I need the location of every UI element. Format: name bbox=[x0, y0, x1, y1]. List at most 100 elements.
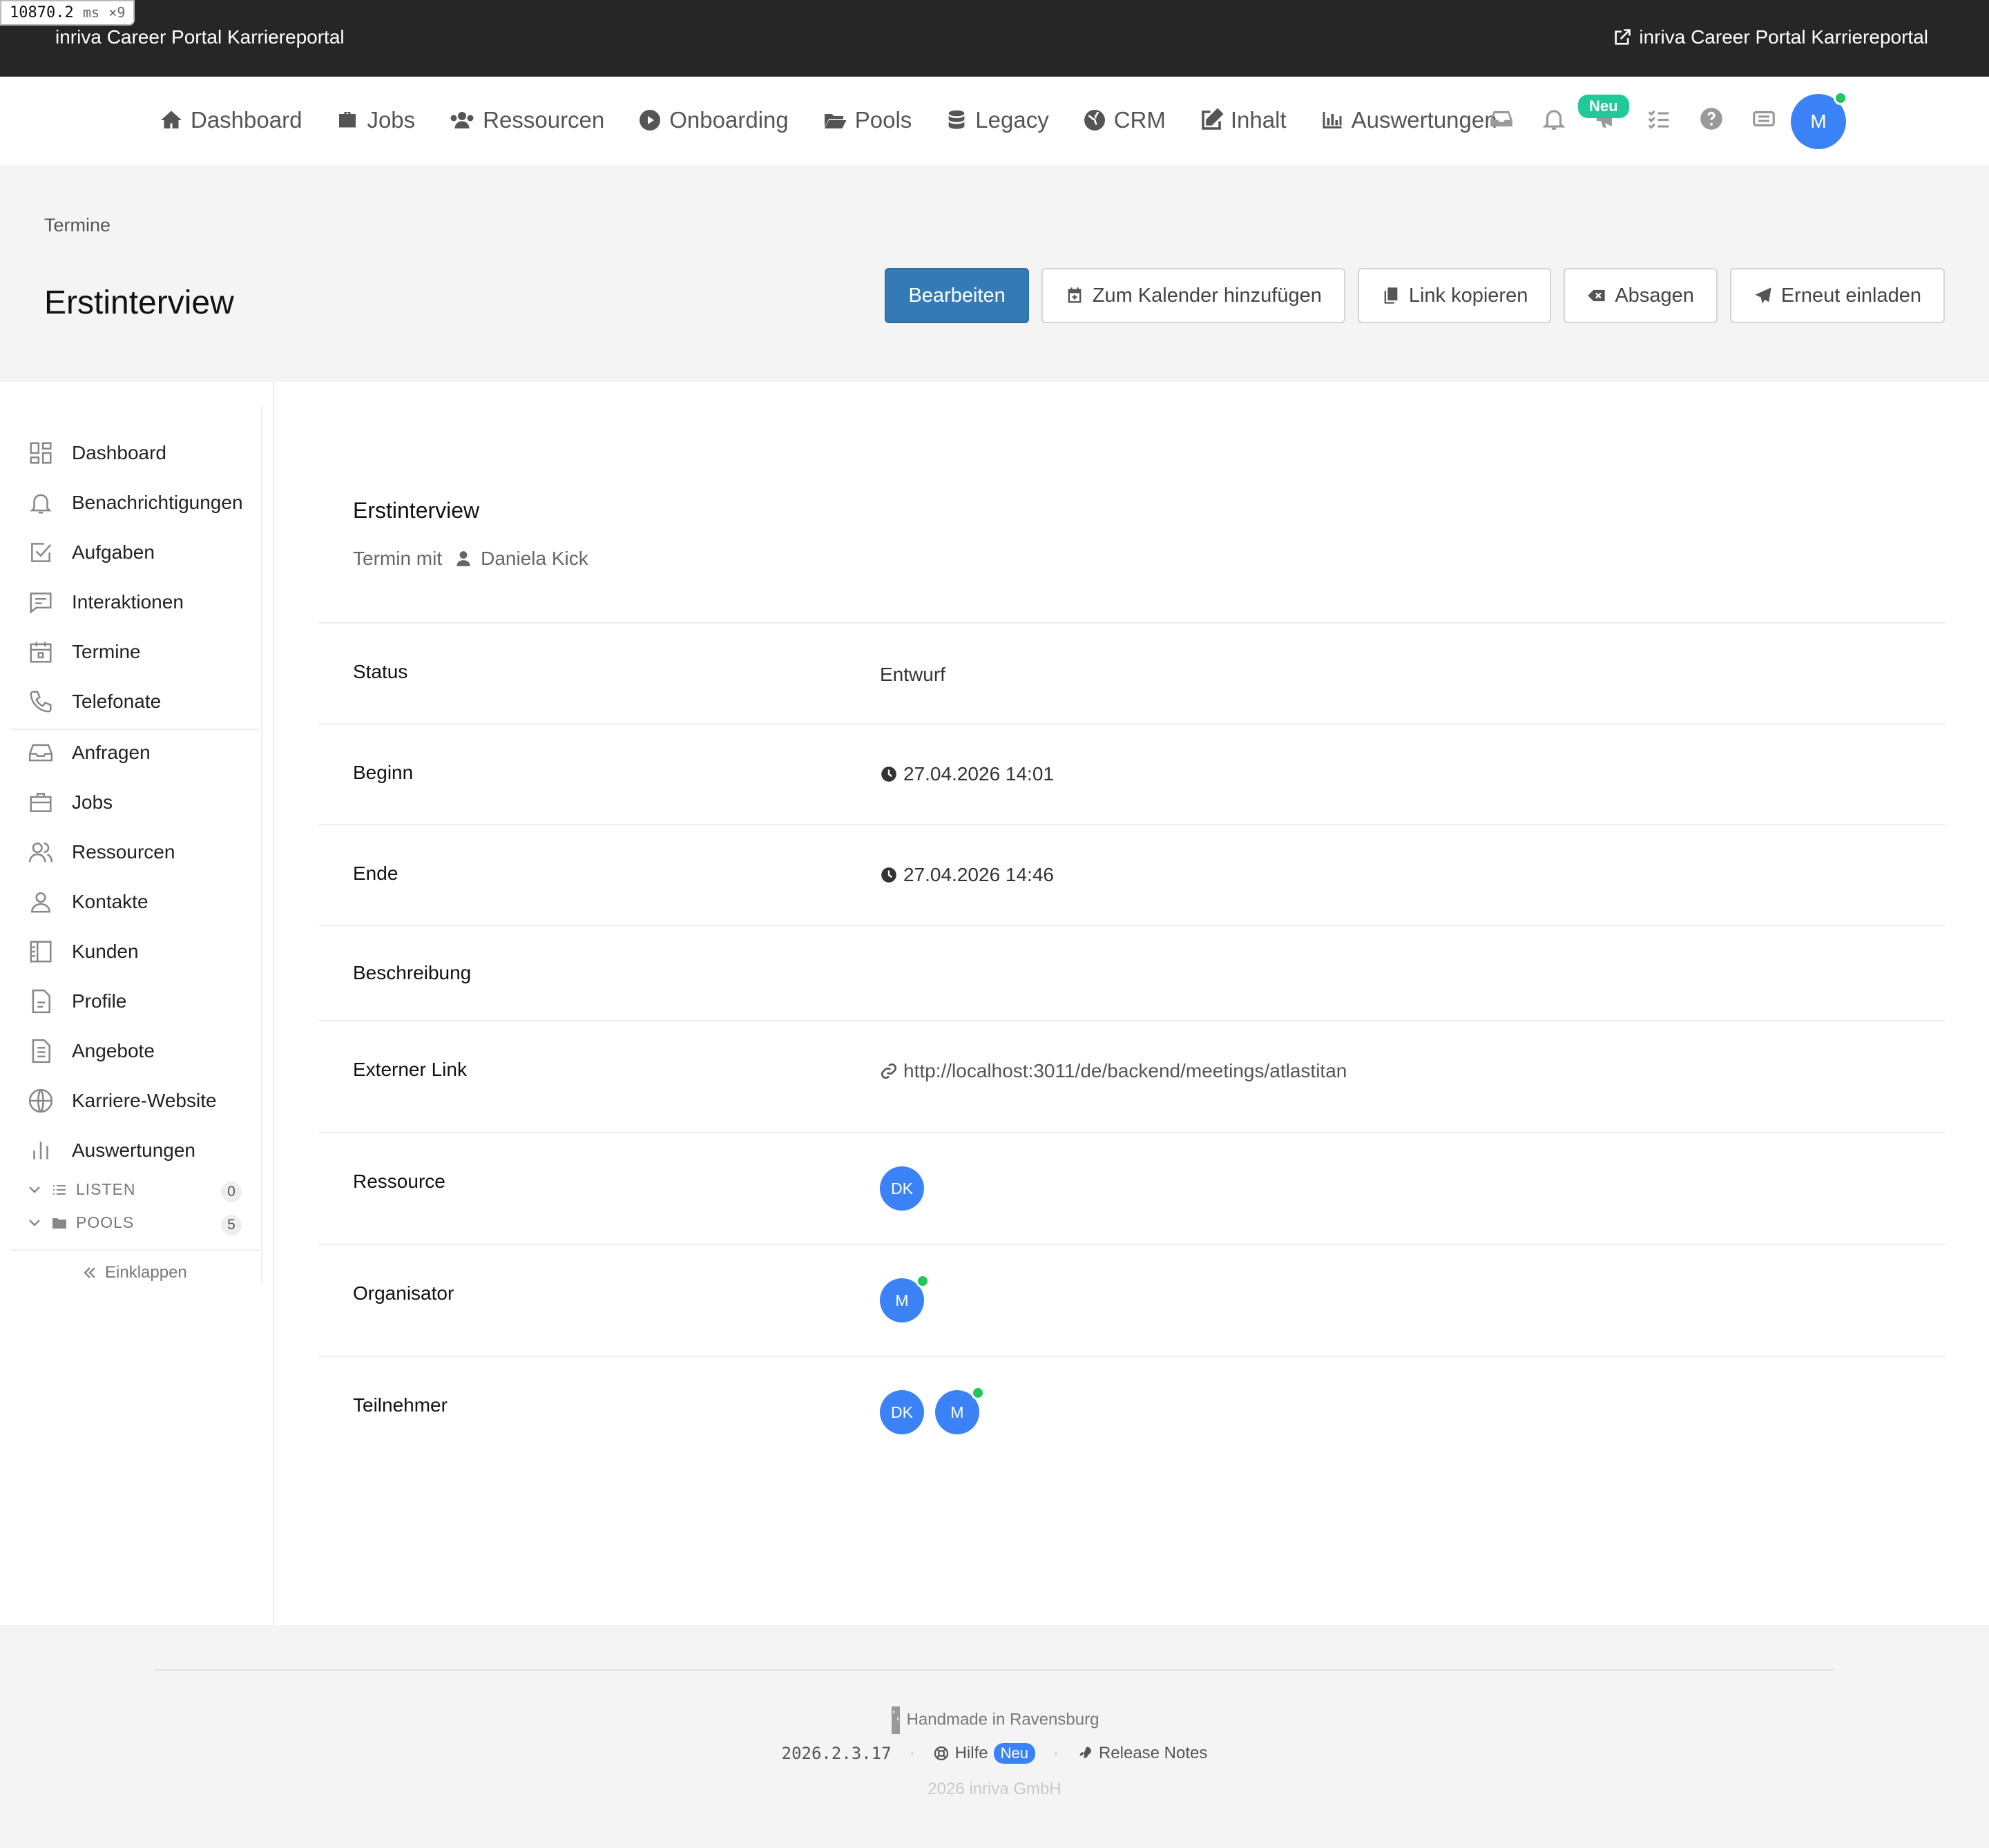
help-link[interactable]: Hilfe Neu bbox=[933, 1743, 1035, 1764]
help-icon[interactable] bbox=[1698, 106, 1724, 132]
user-avatar[interactable]: M bbox=[1791, 91, 1847, 149]
nav-label: CRM bbox=[1113, 107, 1166, 133]
sidebar-item-interaktionen[interactable]: Interaktionen bbox=[28, 589, 184, 615]
sidebar-item-auswertungen[interactable]: Auswertungen bbox=[28, 1137, 195, 1164]
sidebar-item-kunden[interactable]: Kunden bbox=[28, 939, 139, 965]
sidebar-item-kontakte[interactable]: Kontakte bbox=[28, 889, 148, 915]
cancel-meeting-button[interactable]: Absagen bbox=[1564, 268, 1718, 323]
sidebar-label: Auswertungen bbox=[72, 1139, 196, 1161]
avatar-initials: M bbox=[950, 1403, 964, 1421]
main-nav: Dashboard Jobs Ressourcen Onboarding Poo… bbox=[159, 107, 1497, 133]
document-icon bbox=[32, 1039, 50, 1063]
sidebar-item-ressourcen[interactable]: Ressourcen bbox=[28, 839, 175, 865]
sidebar-item-anfragen[interactable]: Anfragen bbox=[28, 740, 151, 766]
avatar-initials: M bbox=[1810, 110, 1827, 132]
app-version: 2026.2.3.17 bbox=[781, 1744, 892, 1763]
sidebar-item-telefonate[interactable]: Telefonate bbox=[28, 689, 161, 715]
play-circle-icon bbox=[640, 110, 661, 131]
edit-button[interactable]: Bearbeiten bbox=[885, 268, 1029, 323]
handmade-text: Handmade in Ravensburg bbox=[906, 1710, 1099, 1729]
row-divider bbox=[319, 1356, 1945, 1357]
nav-crm[interactable]: CRM bbox=[1082, 107, 1166, 133]
building-icon bbox=[30, 941, 52, 963]
briefcase-icon bbox=[339, 112, 356, 128]
sidebar-label: Interaktionen bbox=[72, 591, 184, 613]
keyboard-icon[interactable] bbox=[1751, 106, 1777, 132]
group-label: POOLS bbox=[76, 1213, 135, 1231]
list-icon bbox=[53, 1184, 66, 1195]
sidebar: Dashboard Benachrichtigungen Aufgaben In… bbox=[0, 407, 262, 1284]
breadcrumb[interactable]: Termine bbox=[44, 215, 110, 236]
help-label: Hilfe bbox=[954, 1744, 988, 1762]
task-list-icon[interactable] bbox=[1646, 106, 1672, 132]
page-header: Termine Erstinterview Bearbeiten Zum Kal… bbox=[0, 165, 1989, 382]
chevron-down-icon bbox=[29, 1186, 40, 1193]
inbox-icon[interactable] bbox=[1488, 106, 1515, 132]
brand-title[interactable]: inriva Career Portal Karriereportal bbox=[55, 26, 345, 48]
avatar-initials: M bbox=[895, 1291, 909, 1309]
copy-link-button[interactable]: Link kopieren bbox=[1357, 268, 1552, 323]
external-link-label: Externer Link bbox=[353, 1059, 467, 1080]
reinvite-button[interactable]: Erneut einladen bbox=[1729, 268, 1945, 323]
meeting-subtitle: Termin mit Daniela Kick bbox=[353, 548, 588, 570]
sidebar-item-aufgaben[interactable]: Aufgaben bbox=[28, 539, 155, 566]
bell-icon[interactable] bbox=[1541, 106, 1567, 132]
organizer-avatar[interactable]: M bbox=[880, 1274, 930, 1322]
sidebar-item-profile[interactable]: Profile bbox=[28, 988, 126, 1014]
footer: Handmade in Ravensburg 2026.2.3.17 · Hil… bbox=[0, 1625, 1989, 1848]
external-link-value[interactable]: http://localhost:3011/de/backend/meeting… bbox=[880, 1060, 1347, 1082]
add-calendar-label: Zum Kalender hinzufügen bbox=[1092, 284, 1322, 307]
external-portal-link[interactable]: inriva Career Portal Karriereportal bbox=[1613, 26, 1928, 48]
resource-avatar[interactable]: DK bbox=[880, 1166, 924, 1211]
globe-icon bbox=[28, 1088, 53, 1113]
row-divider bbox=[319, 824, 1945, 825]
row-divider bbox=[319, 1132, 1945, 1133]
external-link-label: inriva Career Portal Karriereportal bbox=[1639, 26, 1928, 48]
sidebar-item-benachrichtigungen[interactable]: Benachrichtigungen bbox=[28, 490, 243, 516]
nav-label: Pools bbox=[854, 107, 912, 133]
end-value: 27.04.2026 14:46 bbox=[880, 864, 1054, 886]
cancel-meeting-label: Absagen bbox=[1615, 284, 1694, 307]
nav-dashboard[interactable]: Dashboard bbox=[159, 107, 302, 133]
subtitle-prefix: Termin mit bbox=[353, 548, 443, 569]
subtitle-person-link[interactable]: Daniela Kick bbox=[481, 548, 588, 570]
sidebar-item-jobs[interactable]: Jobs bbox=[28, 789, 113, 816]
edit-icon bbox=[1202, 108, 1224, 130]
add-to-calendar-button[interactable]: Zum Kalender hinzufügen bbox=[1041, 268, 1345, 323]
group-label: LISTEN bbox=[76, 1180, 136, 1198]
participant-avatar[interactable]: M bbox=[935, 1386, 985, 1434]
nav-jobs[interactable]: Jobs bbox=[335, 107, 415, 133]
briefcase-icon bbox=[30, 793, 52, 812]
nav-ressourcen[interactable]: Ressourcen bbox=[448, 107, 604, 133]
sidebar-label: Kunden bbox=[72, 941, 139, 962]
nav-legacy[interactable]: Legacy bbox=[945, 107, 1049, 133]
nav-pools[interactable]: Pools bbox=[822, 107, 912, 133]
sidebar-item-karriere-website[interactable]: Karriere-Website bbox=[28, 1088, 217, 1114]
clock-icon bbox=[881, 767, 896, 782]
sidebar-item-angebote[interactable]: Angebote bbox=[28, 1038, 155, 1064]
help-new-badge: Neu bbox=[993, 1743, 1035, 1764]
collapse-sidebar-button[interactable]: Einklappen bbox=[81, 1263, 187, 1282]
sidebar-group-listen[interactable]: LISTEN bbox=[26, 1180, 136, 1199]
begin-text: 27.04.2026 14:01 bbox=[903, 763, 1054, 785]
nav-inhalt[interactable]: Inhalt bbox=[1199, 107, 1287, 133]
phone-icon bbox=[30, 691, 52, 713]
sidebar-label: Karriere-Website bbox=[72, 1090, 217, 1111]
file-icon bbox=[32, 989, 50, 1014]
users-icon bbox=[28, 843, 53, 863]
grid-icon bbox=[30, 442, 52, 464]
participant-avatar[interactable]: DK bbox=[880, 1390, 924, 1434]
bar-chart-icon bbox=[33, 1142, 48, 1159]
inbox-icon bbox=[28, 744, 53, 762]
sidebar-item-termine[interactable]: Termine bbox=[28, 639, 141, 665]
check-square-icon bbox=[31, 543, 52, 562]
edit-button-label: Bearbeiten bbox=[908, 284, 1006, 307]
nav-auswertungen[interactable]: Auswertungen bbox=[1320, 107, 1497, 133]
sidebar-group-pools[interactable]: POOLS bbox=[26, 1213, 134, 1232]
copy-icon bbox=[1384, 287, 1398, 304]
external-link-icon bbox=[1615, 29, 1631, 45]
row-divider bbox=[319, 1244, 1945, 1245]
release-notes-link[interactable]: Release Notes bbox=[1077, 1744, 1207, 1763]
nav-onboarding[interactable]: Onboarding bbox=[637, 107, 789, 133]
sidebar-item-dashboard[interactable]: Dashboard bbox=[28, 440, 166, 466]
